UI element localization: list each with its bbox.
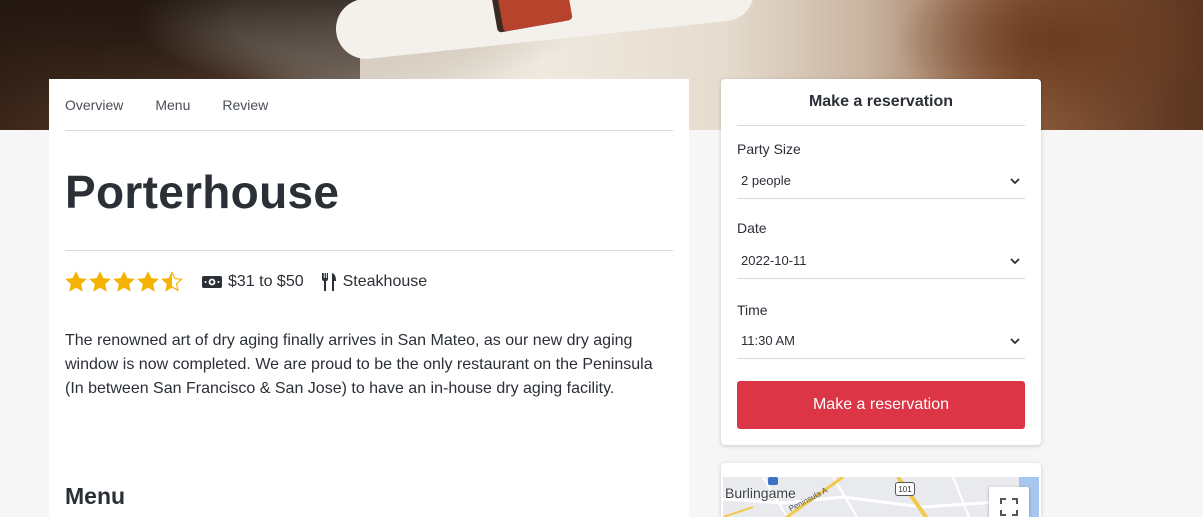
star-half-icon [161, 271, 183, 292]
date-value: 2022-10-11 [741, 253, 807, 268]
price-range: $31 to $50 [201, 273, 304, 291]
tab-review[interactable]: Review [222, 97, 268, 113]
restaurant-description: The renowned art of dry aging finally ar… [65, 332, 653, 397]
star-full-icon [137, 271, 159, 292]
reservation-card: Make a reservation Party Size 2 people D… [721, 79, 1041, 445]
map-card: Burlingame Peninsula A 101 [721, 463, 1041, 517]
party-size-label: Party Size [737, 141, 801, 157]
time-label: Time [737, 302, 768, 318]
price-range-text: $31 to $50 [228, 273, 304, 290]
make-reservation-button[interactable]: Make a reservation [737, 381, 1025, 429]
star-full-icon [65, 271, 87, 292]
date-label: Date [737, 220, 767, 236]
date-select[interactable]: 2022-10-11 [737, 243, 1025, 279]
party-size-value: 2 people [741, 173, 791, 188]
restaurant-name: Porterhouse [65, 166, 340, 218]
star-full-icon [89, 271, 111, 292]
cuisine: Steakhouse [320, 272, 428, 292]
section-tabs: Overview Menu Review [65, 79, 673, 131]
map-fullscreen-button[interactable] [989, 487, 1029, 517]
chevron-down-icon [1010, 177, 1020, 184]
restaurant-meta: $31 to $50 Steakhouse [65, 269, 443, 295]
highway-badge: 101 [895, 482, 915, 496]
time-value: 11:30 AM [741, 333, 795, 348]
utensils-icon [321, 273, 336, 291]
money-icon [202, 276, 222, 288]
tab-overview[interactable]: Overview [65, 97, 123, 113]
party-size-select[interactable]: 2 people [737, 163, 1025, 199]
star-full-icon [113, 271, 135, 292]
tab-menu[interactable]: Menu [155, 97, 190, 113]
star-rating [65, 271, 185, 293]
title-divider [65, 250, 673, 251]
menu-heading: Menu [65, 483, 126, 509]
time-select[interactable]: 11:30 AM [737, 323, 1025, 359]
map-city-label: Burlingame [725, 485, 796, 501]
fullscreen-icon [1000, 498, 1018, 516]
reservation-title: Make a reservation [737, 79, 1025, 126]
cuisine-text: Steakhouse [342, 273, 428, 290]
location-map[interactable]: Burlingame Peninsula A 101 [723, 477, 1039, 517]
chevron-down-icon [1010, 257, 1020, 264]
restaurant-details-card: Overview Menu Review Porterhouse $31 to … [49, 79, 689, 517]
chevron-down-icon [1010, 337, 1020, 344]
